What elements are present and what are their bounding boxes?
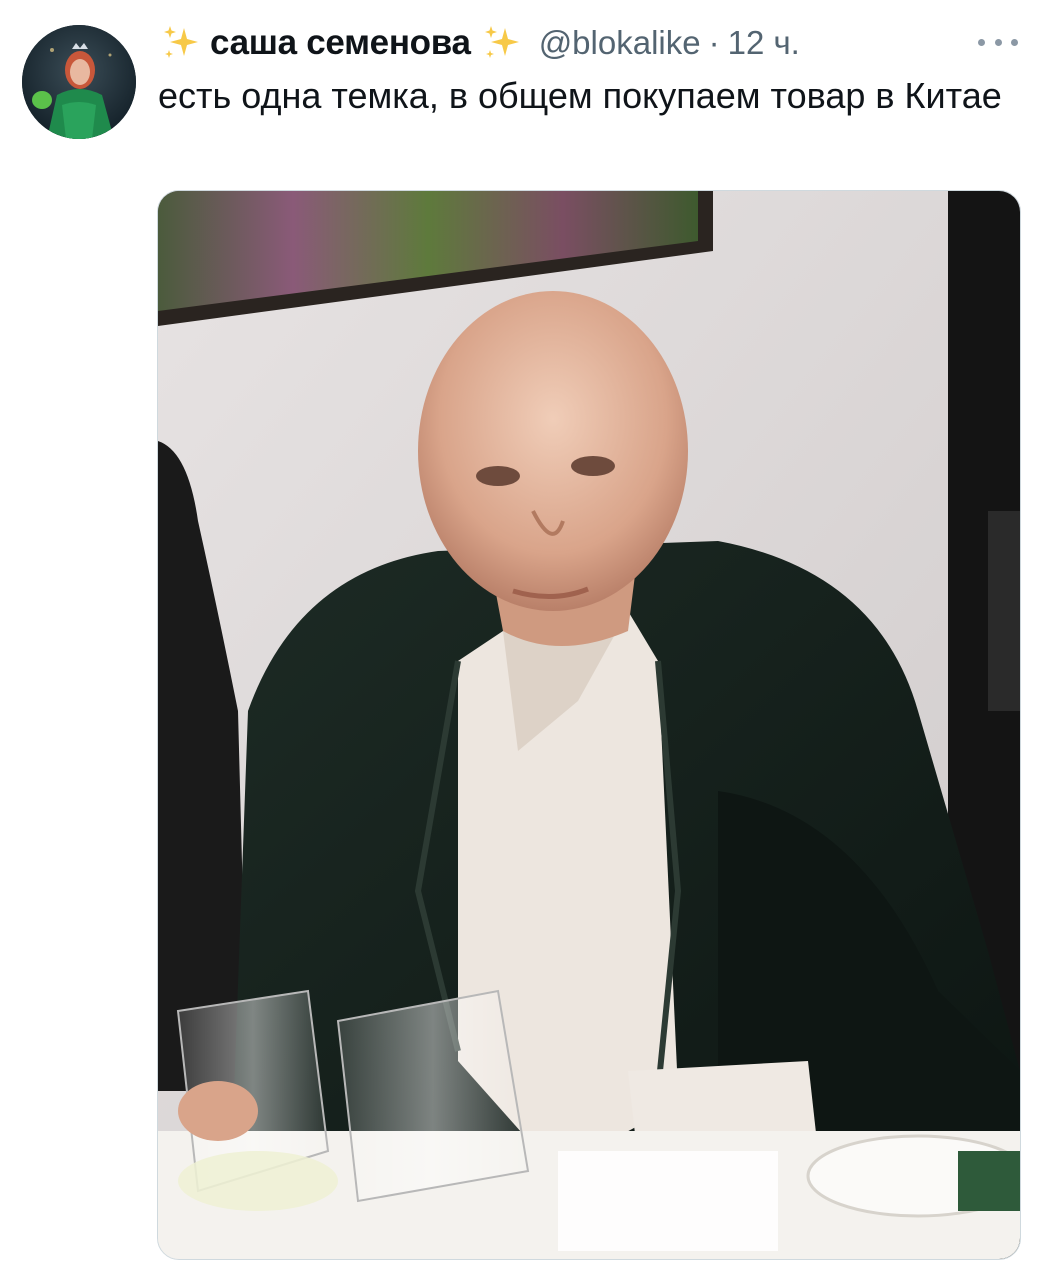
tweet-header: саша семенова @blokalike · 12 ч. — [160, 18, 800, 68]
more-dot — [978, 38, 985, 46]
author-display-name[interactable]: саша семенова — [210, 23, 471, 63]
sparkles-icon — [164, 26, 198, 58]
photo-image — [158, 191, 1020, 1259]
more-dot — [994, 38, 1002, 46]
avatar-image — [22, 25, 136, 139]
avatar[interactable] — [22, 25, 136, 139]
separator-dot: · — [708, 24, 720, 61]
tweet-timestamp[interactable]: 12 ч. — [728, 24, 800, 62]
tweet: саша семенова @blokalike · 12 ч. есть од… — [0, 0, 1041, 1280]
tweet-text: есть одна темка, в общем покупаем товар … — [158, 75, 1002, 116]
more-horizontal-icon[interactable] — [978, 30, 1018, 54]
author-handle[interactable]: @blokalike — [539, 24, 701, 62]
tweet-media-photo[interactable] — [157, 190, 1021, 1260]
more-dot — [1011, 38, 1018, 46]
sparkles-icon — [484, 26, 519, 58]
